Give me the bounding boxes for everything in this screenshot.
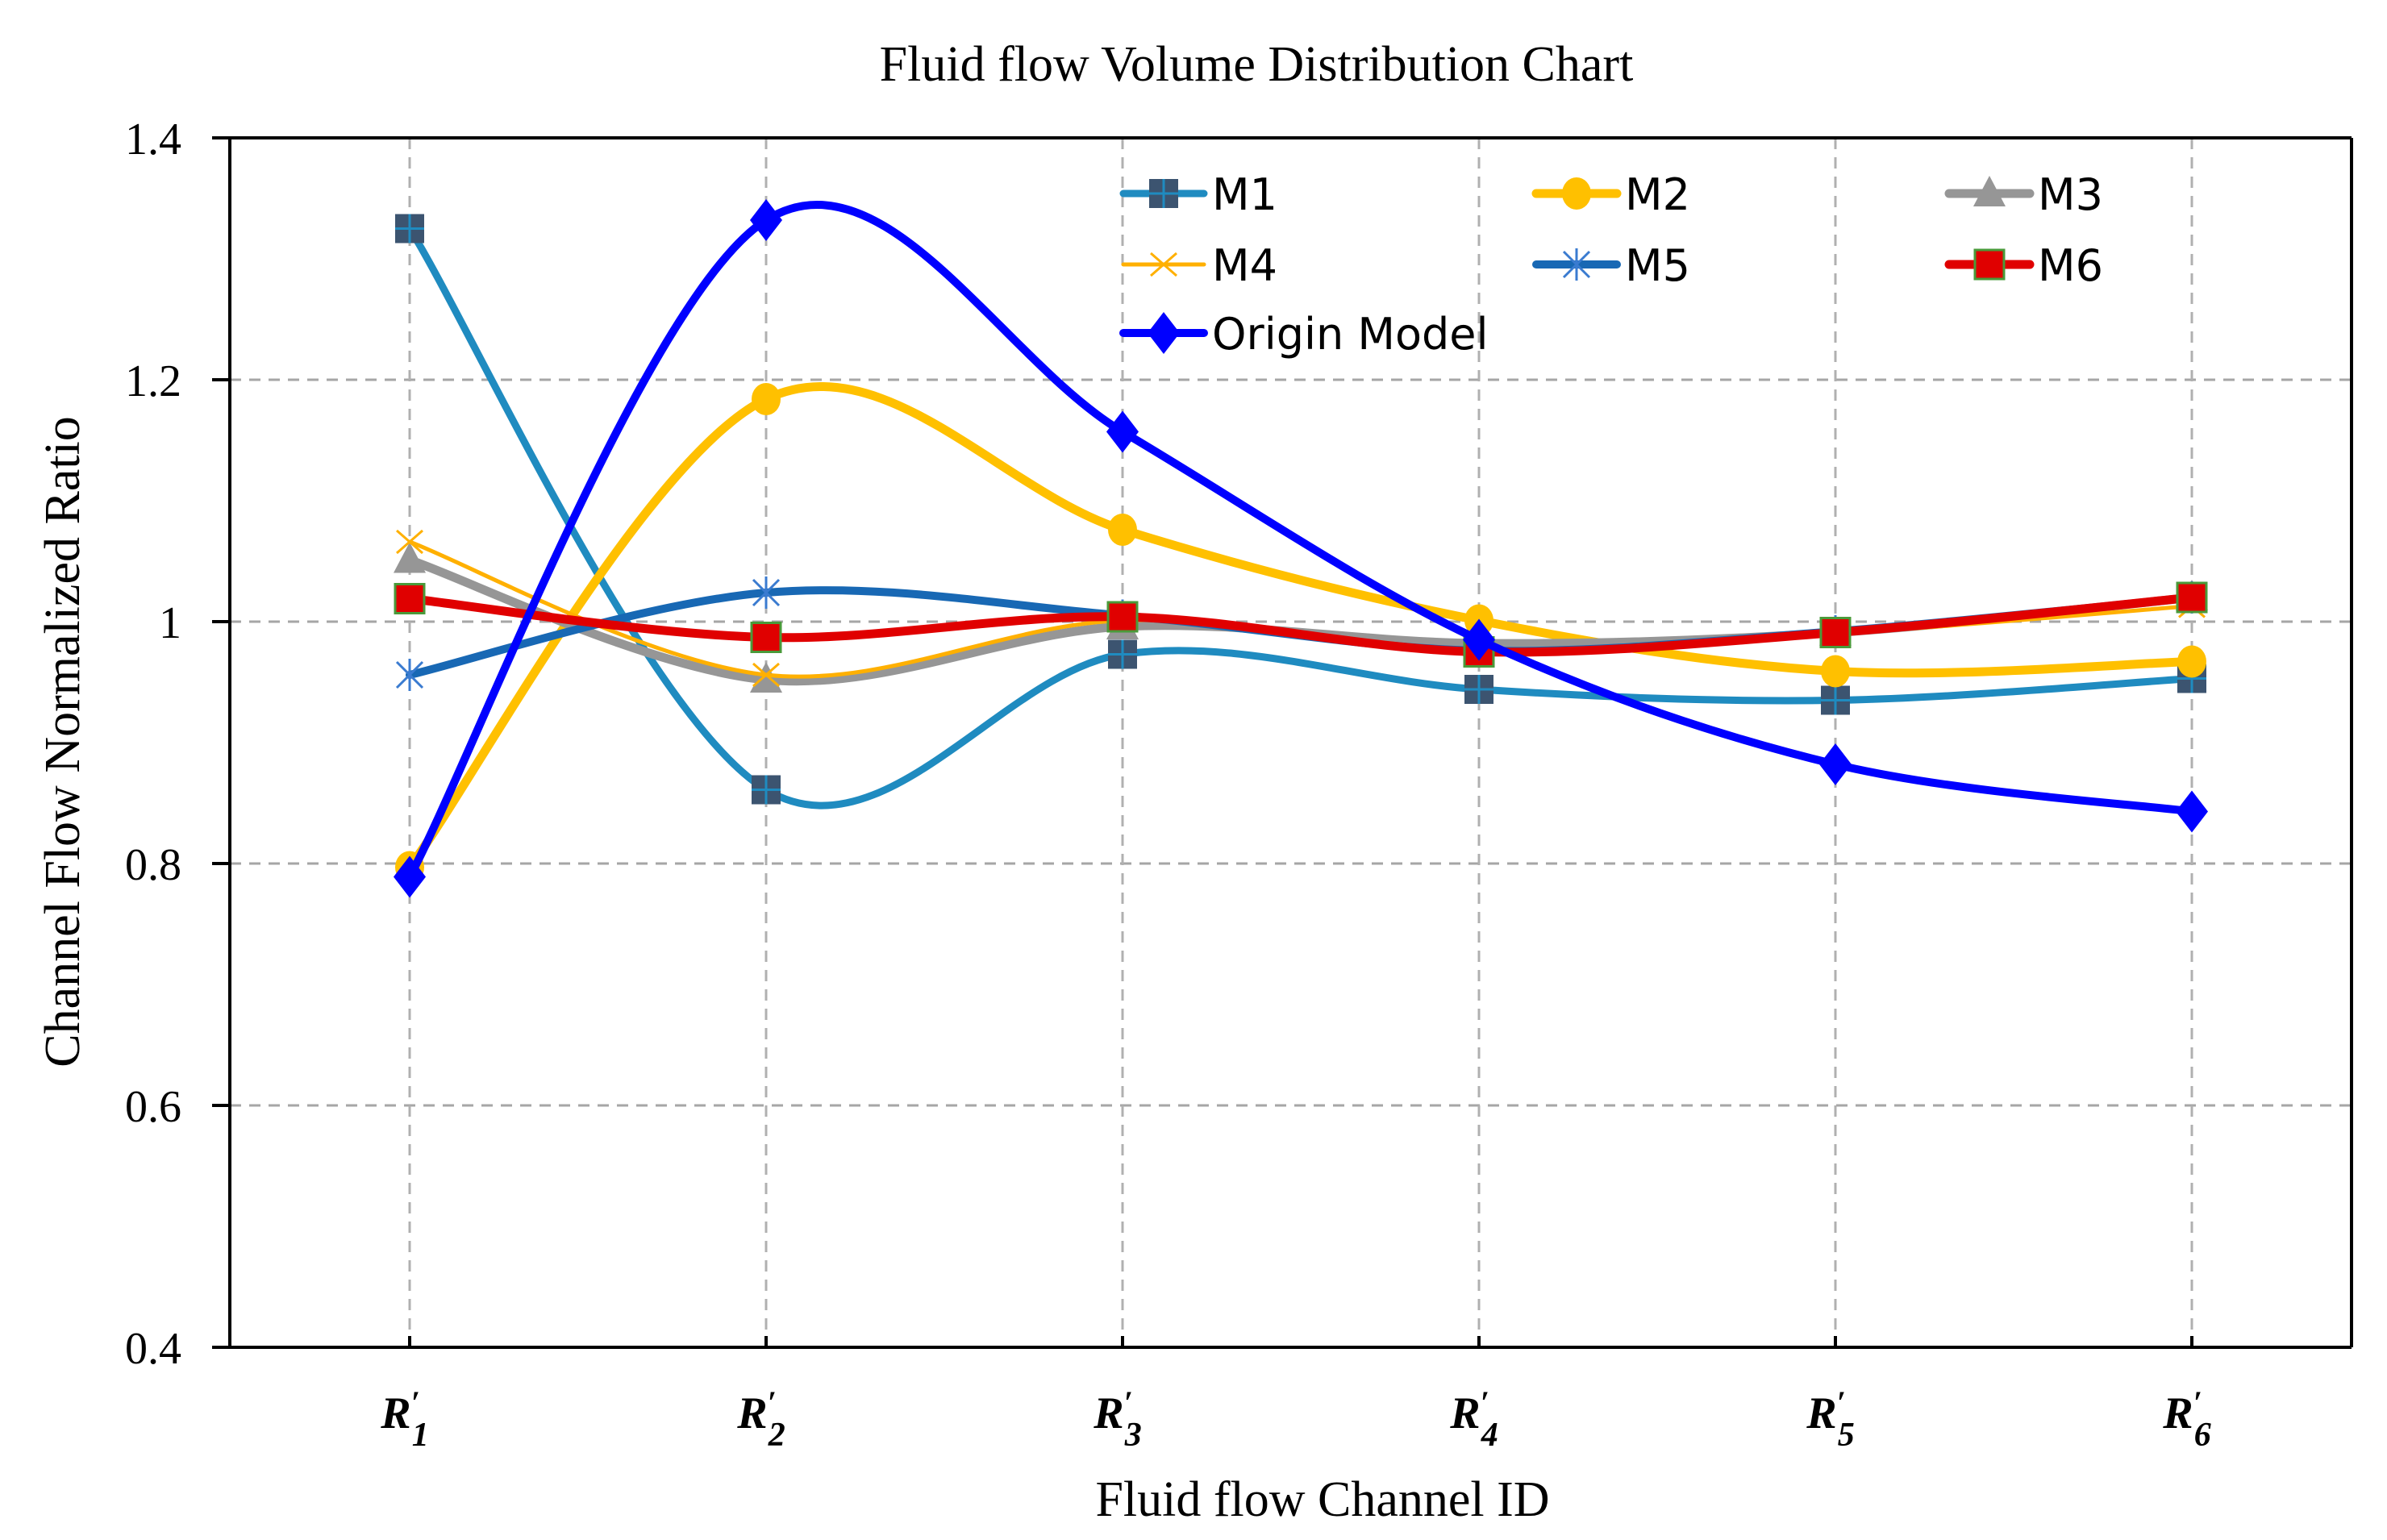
data-point — [752, 383, 781, 415]
y-axis-label: Channel Flow Normalized Ratio — [35, 416, 90, 1068]
square-marker — [1819, 617, 1852, 648]
x-tick-label: R′ 5 — [1806, 1384, 1855, 1454]
legend-item: M5 — [1532, 240, 1690, 291]
square-marker — [2176, 581, 2208, 614]
legend-label: M2 — [1625, 169, 1690, 220]
x-tick-subscript: 6 — [2194, 1417, 2211, 1454]
legend-item: Origin Model — [1119, 309, 1489, 360]
data-point — [750, 622, 782, 653]
legend-item: M3 — [1944, 169, 2103, 220]
data-point — [394, 583, 426, 614]
x-tick-label: R′ 2 — [736, 1384, 785, 1454]
legend: M1 M2 M3 M4 M5 M6 Origin Model — [1119, 169, 2103, 360]
series-line — [406, 201, 2196, 881]
legend-item: M1 — [1119, 169, 1277, 220]
x-tick-base: R — [1449, 1388, 1480, 1438]
x-tick-label: R′ 1 — [380, 1384, 429, 1454]
legend-label: Origin Model — [1212, 309, 1489, 360]
series-origin-model — [394, 199, 2208, 898]
x-tick-subscript: 2 — [768, 1417, 785, 1454]
square-marker — [750, 622, 782, 653]
x-tick-base: R — [1806, 1388, 1836, 1438]
data-point — [1464, 675, 1493, 704]
data-point — [750, 199, 782, 241]
chart-title: Fluid flow Volume Distribution Chart — [880, 37, 1634, 92]
legend-label: M4 — [1212, 240, 1277, 291]
y-tick-label: 1.2 — [125, 356, 181, 406]
x-tick-prime: ′ — [1837, 1384, 1846, 1421]
data-point — [1819, 743, 1852, 785]
circle-marker — [1821, 655, 1850, 688]
x-tick-prime: ′ — [1124, 1384, 1133, 1421]
x-tick-base: R — [380, 1388, 410, 1438]
x-tick-prime: ′ — [1481, 1384, 1489, 1421]
x-tick-prime: ′ — [768, 1384, 777, 1421]
x-tick-subscript: 4 — [1481, 1417, 1498, 1454]
data-point — [752, 775, 781, 805]
y-tick-label: 1.4 — [125, 114, 181, 164]
x-tick-prime: ′ — [2193, 1384, 2202, 1421]
x-tick-label: R′ 6 — [2162, 1384, 2211, 1454]
x-tick-labels: R′ 1 R′ 2 R′ 3 R′ 4 R′ 5 R′ 6 — [380, 1384, 2211, 1454]
legend-item: M2 — [1531, 169, 1690, 220]
diamond-marker — [1106, 410, 1139, 453]
diamond-marker — [1819, 743, 1852, 785]
circle-marker — [1562, 177, 1591, 210]
x-tick-label: R′ 3 — [1093, 1384, 1142, 1454]
series-m1 — [395, 214, 2206, 810]
x-tick-label: R′ 4 — [1449, 1384, 1498, 1454]
x-tick-subscript: 3 — [1124, 1417, 1142, 1454]
legend-item: M6 — [1944, 240, 2103, 291]
circle-marker — [2177, 645, 2206, 678]
y-tick-label: 1 — [159, 598, 181, 648]
square-marker — [1106, 601, 1139, 633]
diamond-marker — [1148, 312, 1180, 354]
circle-marker — [752, 383, 781, 415]
x-tick-prime: ′ — [411, 1384, 420, 1421]
data-point — [1106, 601, 1139, 633]
diamond-marker — [750, 199, 782, 241]
x-axis-label: Fluid flow Channel ID — [1095, 1472, 1549, 1527]
x-tick-subscript: 1 — [412, 1417, 429, 1454]
legend-label: M6 — [2038, 240, 2103, 291]
data-point — [2176, 581, 2208, 614]
x-tick-subscript: 5 — [1838, 1417, 1855, 1454]
y-tick-label: 0.6 — [125, 1082, 181, 1132]
y-tick-label: 0.8 — [125, 840, 181, 890]
legend-label: M1 — [1212, 169, 1277, 220]
data-point — [2176, 790, 2208, 833]
square-marker — [394, 583, 426, 614]
x-tick-base: R — [2162, 1388, 2193, 1438]
series-m6 — [394, 581, 2208, 668]
data-point — [1821, 685, 1850, 715]
legend-label: M5 — [1625, 240, 1690, 291]
legend-label: M3 — [2038, 169, 2103, 220]
legend-item: M4 — [1121, 240, 1277, 291]
series-group — [394, 199, 2208, 898]
data-point — [2177, 645, 2206, 678]
circle-marker — [1108, 514, 1137, 546]
data-point — [1821, 655, 1850, 688]
y-tick-label: 0.4 — [125, 1324, 181, 1374]
line-chart: Fluid flow Volume Distribution Chart Cha… — [35, 37, 2353, 1527]
x-tick-base: R — [1093, 1388, 1123, 1438]
y-tick-labels: 0.4 0.6 0.8 1 1.2 1.4 — [125, 114, 181, 1374]
x-tick-base: R — [736, 1388, 767, 1438]
data-point — [395, 214, 424, 243]
data-point — [1106, 410, 1139, 453]
data-point — [1108, 514, 1137, 546]
data-point — [1819, 617, 1852, 648]
square-marker — [1973, 248, 2006, 281]
data-point — [1108, 639, 1137, 669]
diamond-marker — [2176, 790, 2208, 833]
